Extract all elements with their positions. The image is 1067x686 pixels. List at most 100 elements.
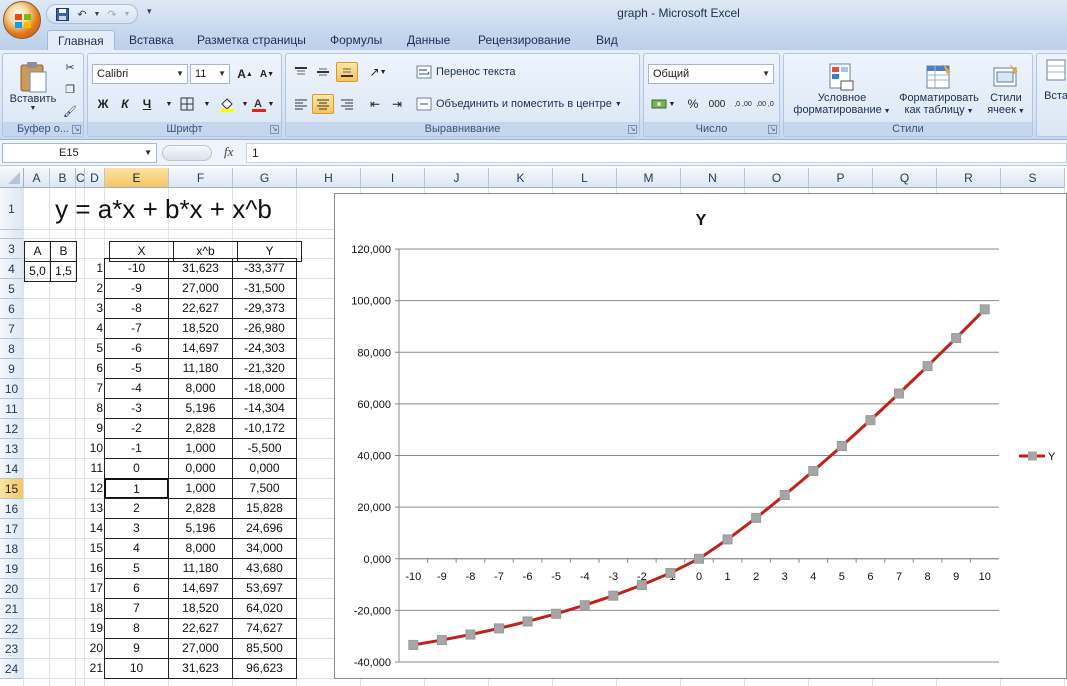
italic-button[interactable]: К — [114, 94, 136, 114]
font-size-select[interactable]: 11 ▼ — [190, 64, 230, 84]
xb-value-cell[interactable]: 5,196 — [168, 518, 233, 539]
font-launcher-icon[interactable]: ↘ — [270, 125, 279, 134]
xb-value-cell[interactable]: 18,520 — [168, 598, 233, 619]
row-header-10[interactable]: 10 — [0, 379, 24, 399]
row-index-cell[interactable]: 14 — [85, 519, 105, 539]
row-index-cell[interactable]: 2 — [85, 279, 105, 299]
cell-styles-button[interactable]: Стили ячеек ▼ — [982, 56, 1030, 122]
x-value-cell[interactable]: -2 — [104, 418, 169, 439]
y-value-cell[interactable]: -21,320 — [232, 358, 297, 379]
column-header-h[interactable]: H — [297, 168, 361, 188]
font-name-select[interactable]: Calibri ▼ — [92, 64, 188, 84]
bold-button[interactable]: Ж — [92, 94, 114, 114]
row-header-3[interactable]: 3 — [0, 239, 24, 259]
column-header-j[interactable]: J — [425, 168, 489, 188]
row-index-cell[interactable]: 1 — [85, 259, 105, 279]
wrap-text-button[interactable]: Перенос текста — [416, 62, 516, 82]
tab-review[interactable]: Рецензирование — [468, 30, 581, 50]
y-value-cell[interactable]: 53,697 — [232, 578, 297, 599]
param-a-value[interactable]: 5,0 — [24, 261, 51, 282]
column-header-c[interactable]: C — [76, 168, 85, 188]
shrink-font-icon[interactable]: A ▼ — [256, 64, 278, 84]
row-index-cell[interactable]: 9 — [85, 419, 105, 439]
tab-view[interactable]: Вид — [586, 30, 628, 50]
xb-value-cell[interactable]: 18,520 — [168, 318, 233, 339]
y-value-cell[interactable]: -31,500 — [232, 278, 297, 299]
row-header-19[interactable]: 19 — [0, 559, 24, 579]
column-header-e[interactable]: E — [105, 168, 169, 188]
row-header-6[interactable]: 6 — [0, 299, 24, 319]
x-value-cell[interactable]: 3 — [104, 518, 169, 539]
x-value-cell[interactable]: -9 — [104, 278, 169, 299]
row-header-7[interactable]: 7 — [0, 319, 24, 339]
currency-icon[interactable]: ▼ — [648, 94, 678, 114]
column-header-o[interactable]: O — [745, 168, 809, 188]
orientation-icon[interactable]: ↗ ▼ — [364, 62, 392, 82]
y-value-cell[interactable]: 0,000 — [232, 458, 297, 479]
xb-value-cell[interactable]: 8,000 — [168, 378, 233, 399]
active-cell[interactable]: 1 — [104, 478, 169, 499]
row-index-cell[interactable]: 17 — [85, 579, 105, 599]
insert-cells-button[interactable]: Вста — [1039, 56, 1067, 122]
column-header-g[interactable]: G — [233, 168, 297, 188]
x-value-cell[interactable]: -7 — [104, 318, 169, 339]
office-button[interactable] — [3, 1, 41, 39]
row-header-13[interactable]: 13 — [0, 439, 24, 459]
row-index-cell[interactable]: 8 — [85, 399, 105, 419]
row-header-21[interactable]: 21 — [0, 599, 24, 619]
x-value-cell[interactable]: 7 — [104, 598, 169, 619]
column-header-b[interactable]: B — [50, 168, 76, 188]
y-value-cell[interactable]: 7,500 — [232, 478, 297, 499]
row-header-11[interactable]: 11 — [0, 399, 24, 419]
column-header-k[interactable]: K — [489, 168, 553, 188]
xb-value-cell[interactable]: 5,196 — [168, 398, 233, 419]
xb-value-cell[interactable]: 11,180 — [168, 558, 233, 579]
row-header-5[interactable]: 5 — [0, 279, 24, 299]
x-value-cell[interactable]: -8 — [104, 298, 169, 319]
row-index-cell[interactable]: 4 — [85, 319, 105, 339]
increase-decimal-button[interactable]: ,0 ,00 — [732, 94, 754, 114]
column-header-a[interactable]: A — [24, 168, 50, 188]
row-header-9[interactable]: 9 — [0, 359, 24, 379]
increase-indent-icon[interactable]: ⇥ — [386, 94, 408, 114]
align-center-icon[interactable] — [312, 94, 334, 114]
x-value-cell[interactable]: 8 — [104, 618, 169, 639]
row-header-14[interactable]: 14 — [0, 459, 24, 479]
column-header-n[interactable]: N — [681, 168, 745, 188]
select-all-button[interactable] — [0, 168, 24, 188]
x-value-cell[interactable]: -10 — [104, 258, 169, 279]
merge-center-button[interactable]: Объединить и поместить в центре ▼ — [416, 94, 622, 114]
column-header-p[interactable]: P — [809, 168, 873, 188]
format-as-table-button[interactable]: Форматировать как таблицу ▼ — [896, 56, 982, 122]
y-value-cell[interactable]: 43,680 — [232, 558, 297, 579]
row-header-22[interactable]: 22 — [0, 619, 24, 639]
column-header-s[interactable]: S — [1001, 168, 1065, 188]
x-value-cell[interactable]: 5 — [104, 558, 169, 579]
clipboard-launcher-icon[interactable]: ↘ — [72, 125, 81, 134]
x-value-cell[interactable]: -4 — [104, 378, 169, 399]
borders-dropdown-icon[interactable]: ▼ — [196, 94, 218, 114]
column-header-r[interactable]: R — [937, 168, 1001, 188]
conditional-formatting-button[interactable]: Условное форматирование ▼ — [788, 56, 896, 122]
decrease-indent-icon[interactable]: ⇤ — [364, 94, 386, 114]
x-value-cell[interactable]: -6 — [104, 338, 169, 359]
xb-value-cell[interactable]: 22,627 — [168, 298, 233, 319]
tab-formulas[interactable]: Формулы — [320, 30, 392, 50]
row-header-2[interactable] — [0, 230, 24, 239]
column-header-d[interactable]: D — [85, 168, 105, 188]
borders-icon[interactable] — [176, 94, 198, 114]
tab-data[interactable]: Данные — [397, 30, 460, 50]
y-value-cell[interactable]: -18,000 — [232, 378, 297, 399]
number-format-select[interactable]: Общий ▼ — [648, 64, 774, 84]
xb-value-cell[interactable]: 31,623 — [168, 258, 233, 279]
xb-value-cell[interactable]: 27,000 — [168, 278, 233, 299]
y-value-cell[interactable]: 15,828 — [232, 498, 297, 519]
param-b-header[interactable]: B — [50, 241, 77, 262]
column-header-m[interactable]: M — [617, 168, 681, 188]
number-launcher-icon[interactable]: ↘ — [768, 125, 777, 134]
cut-icon[interactable]: ✂ — [61, 58, 79, 76]
y-value-cell[interactable]: 24,696 — [232, 518, 297, 539]
row-header-23[interactable]: 23 — [0, 639, 24, 659]
row-index-cell[interactable]: 12 — [85, 479, 105, 499]
y-value-cell[interactable]: -24,303 — [232, 338, 297, 359]
